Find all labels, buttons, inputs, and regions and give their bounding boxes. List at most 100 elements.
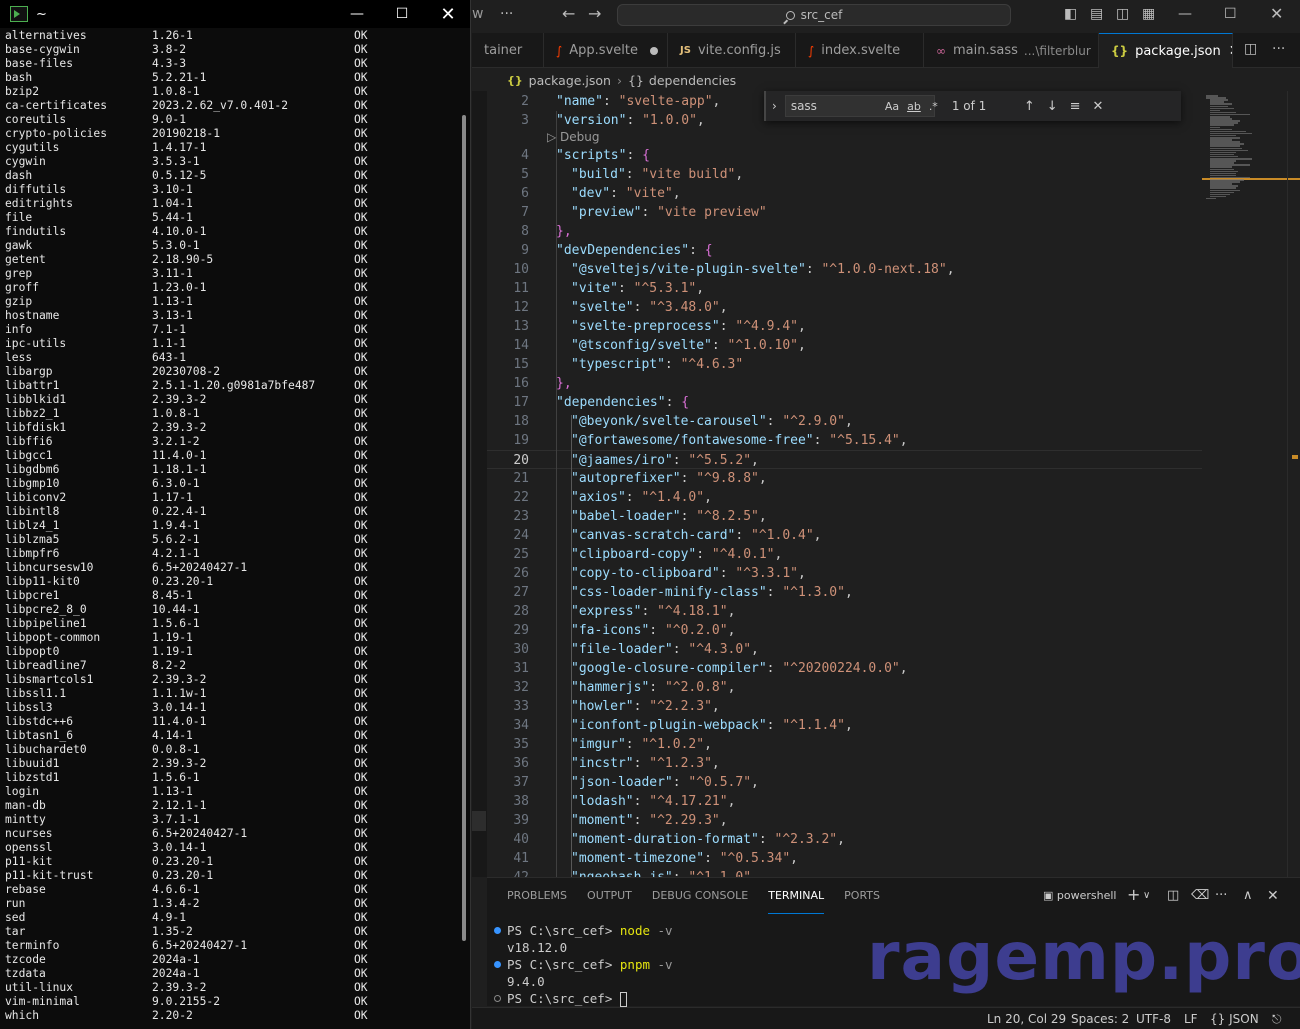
new-terminal-icon[interactable]: + bbox=[1127, 885, 1140, 904]
line-ending[interactable]: LF bbox=[1184, 1012, 1198, 1026]
code-line[interactable]: 19 "@fortawesome/fontawesome-free": "^5.1… bbox=[487, 431, 1202, 450]
code-line[interactable]: 5 "build": "vite build", bbox=[487, 165, 1202, 184]
code-line[interactable]: 20 "@jaames/iro": "^5.5.2", bbox=[487, 450, 1202, 469]
code-line[interactable]: 24 "canvas-scratch-card": "^1.0.4", bbox=[487, 526, 1202, 545]
code-line[interactable]: 8}, bbox=[487, 222, 1202, 241]
find-in-selection-icon[interactable]: ≡ bbox=[1070, 99, 1081, 114]
cursor-position[interactable]: Ln 20, Col 29 bbox=[987, 1012, 1066, 1026]
cygwin-terminal-window[interactable]: ~ — ☐ ✕ alternatives 1.26-1 OK base-cygwin 3… bbox=[0, 0, 471, 1029]
code-line[interactable]: 4 "scripts": { bbox=[487, 146, 1202, 165]
code-editor[interactable]: 2 "name": "svelte-app", 3 "version": "1.0.0… bbox=[472, 91, 1202, 877]
customize-layout-icon[interactable]: ▦ bbox=[1142, 6, 1155, 22]
close-tab-icon[interactable]: ✕ bbox=[1229, 43, 1232, 59]
more-actions-icon[interactable]: ··· bbox=[1272, 41, 1285, 57]
tab-index-svelte[interactable]: ∫ index.svelte bbox=[796, 33, 924, 68]
minimize-icon[interactable]: — bbox=[334, 0, 380, 28]
command-center-search[interactable]: src_cef bbox=[617, 4, 1011, 26]
command-decoration-icon[interactable] bbox=[494, 927, 501, 934]
code-line[interactable]: 21 "autoprefixer": "^9.8.8", bbox=[487, 469, 1202, 488]
previous-match-icon[interactable]: ↑ bbox=[1024, 99, 1035, 114]
code-line[interactable]: 30 "file-loader": "^4.3.0", bbox=[487, 640, 1202, 659]
code-line[interactable]: 10 "@sveltejs/vite-plugin-svelte": "^1.0.… bbox=[487, 260, 1202, 279]
terminal-scrollbar[interactable] bbox=[462, 115, 466, 941]
code-line[interactable]: 29 "fa-icons": "^0.2.0", bbox=[487, 621, 1202, 640]
code-line[interactable]: 23 "babel-loader": "^8.2.5", bbox=[487, 507, 1202, 526]
back-arrow-icon[interactable]: ← bbox=[562, 4, 575, 23]
code-line[interactable]: 41 "moment-timezone": "^0.5.34", bbox=[487, 849, 1202, 868]
split-terminal-icon[interactable]: ◫ bbox=[1167, 888, 1179, 903]
command-decoration-icon[interactable] bbox=[494, 961, 501, 968]
code-line[interactable]: 33 "howler": "^2.2.3", bbox=[487, 697, 1202, 716]
toggle-secondary-sidebar-icon[interactable]: ◫ bbox=[1116, 6, 1129, 22]
code-line[interactable]: 22 "axios": "^1.4.0", bbox=[487, 488, 1202, 507]
maximize-panel-icon[interactable]: ∧ bbox=[1243, 888, 1253, 903]
code-line[interactable]: 25 "clipboard-copy": "^4.0.1", bbox=[487, 545, 1202, 564]
forward-arrow-icon[interactable]: → bbox=[588, 4, 601, 23]
code-line[interactable]: 7 "preview": "vite preview" bbox=[487, 203, 1202, 222]
next-match-icon[interactable]: ↓ bbox=[1047, 99, 1058, 114]
encoding[interactable]: UTF-8 bbox=[1136, 1012, 1171, 1026]
terminal-titlebar[interactable]: ~ — ☐ ✕ bbox=[0, 0, 470, 28]
maximize-icon[interactable]: ☐ bbox=[379, 0, 425, 28]
code-line[interactable]: 9 "devDependencies": { bbox=[487, 241, 1202, 260]
menu-partial[interactable]: w bbox=[472, 6, 483, 22]
code-line[interactable]: 28 "express": "^4.18.1", bbox=[487, 602, 1202, 621]
tab-container[interactable]: tainer bbox=[472, 33, 544, 68]
editor-scrollbar[interactable] bbox=[1287, 91, 1300, 983]
tab-main-sass[interactable]: ∞ main.sass ...\filterblur bbox=[924, 33, 1099, 68]
code-line[interactable]: 36 "incstr": "^1.2.3", bbox=[487, 754, 1202, 773]
code-line[interactable]: 11 "vite": "^5.3.1", bbox=[487, 279, 1202, 298]
use-regex-button[interactable]: .* bbox=[929, 100, 938, 113]
tab-output[interactable]: OUTPUT bbox=[587, 878, 632, 914]
code-line[interactable]: 14 "@tsconfig/svelte": "^1.0.10", bbox=[487, 336, 1202, 355]
code-line[interactable]: 18 "@beyonk/svelte-carousel": "^2.9.0", bbox=[487, 412, 1202, 431]
terminal-shell-selector[interactable]: ▣ powershell bbox=[1043, 889, 1116, 902]
code-line[interactable]: 13 "svelte-preprocess": "^4.9.4", bbox=[487, 317, 1202, 336]
close-panel-icon[interactable]: ✕ bbox=[1267, 888, 1279, 904]
code-line[interactable]: 34 "iconfont-plugin-webpack": "^1.1.4", bbox=[487, 716, 1202, 735]
match-whole-word-button[interactable]: ab bbox=[907, 100, 921, 113]
code-line[interactable]: 31 "google-closure-compiler": "^20200224.… bbox=[487, 659, 1202, 678]
code-line[interactable]: 32 "hammerjs": "^2.0.8", bbox=[487, 678, 1202, 697]
code-line[interactable]: 17 "dependencies": { bbox=[487, 393, 1202, 412]
code-line[interactable]: 26 "copy-to-clipboard": "^3.3.1", bbox=[487, 564, 1202, 583]
vscode-window[interactable]: w ··· ← → src_cef ◧ ▤ ◫ ▦ — ☐ ✕ tainer ∫… bbox=[472, 0, 1300, 1029]
close-find-icon[interactable]: ✕ bbox=[1093, 99, 1104, 114]
code-line[interactable]: 37 "json-loader": "^0.5.7", bbox=[487, 773, 1202, 792]
split-editor-icon[interactable]: ◫ bbox=[1244, 41, 1257, 57]
trash-icon[interactable]: ⌫ bbox=[1191, 888, 1209, 903]
code-line[interactable]: 40 "moment-duration-format": "^2.3.2", bbox=[487, 830, 1202, 849]
code-line[interactable]: 6 "dev": "vite", bbox=[487, 184, 1202, 203]
close-icon[interactable]: ✕ bbox=[1270, 4, 1283, 23]
breadcrumb-node[interactable]: dependencies bbox=[649, 73, 736, 88]
code-line[interactable]: 38 "lodash": "^4.17.21", bbox=[487, 792, 1202, 811]
toggle-sidebar-icon[interactable]: ◧ bbox=[1064, 6, 1077, 22]
command-decoration-icon[interactable] bbox=[494, 995, 501, 1002]
toggle-replace-icon[interactable]: › bbox=[772, 99, 777, 113]
code-line[interactable]: 27 "css-loader-minify-class": "^1.3.0", bbox=[487, 583, 1202, 602]
code-line[interactable]: 16}, bbox=[487, 374, 1202, 393]
breadcrumb-file[interactable]: package.json bbox=[529, 73, 611, 88]
tab-problems[interactable]: PROBLEMS bbox=[507, 878, 567, 914]
chevron-down-icon[interactable]: ∨ bbox=[1143, 890, 1150, 901]
tab-package-json[interactable]: {} package.json ✕ bbox=[1099, 33, 1233, 68]
minimize-icon[interactable]: — bbox=[1178, 6, 1192, 22]
more-actions-icon[interactable]: ··· bbox=[1215, 888, 1227, 903]
indentation[interactable]: Spaces: 2 bbox=[1071, 1012, 1129, 1026]
more-menu-icon[interactable]: ··· bbox=[500, 6, 513, 22]
tab-debug-console[interactable]: DEBUG CONSOLE bbox=[652, 878, 748, 914]
toggle-panel-icon[interactable]: ▤ bbox=[1090, 6, 1103, 22]
code-line[interactable]: 15 "typescript": "^4.6.3" bbox=[487, 355, 1202, 374]
code-line[interactable]: 35 "imgur": "^1.0.2", bbox=[487, 735, 1202, 754]
tab-app-svelte[interactable]: ∫ App.svelte bbox=[544, 33, 668, 68]
language-mode[interactable]: {} JSON bbox=[1210, 1012, 1259, 1026]
code-line[interactable]: 12 "svelte": "^3.48.0", bbox=[487, 298, 1202, 317]
tab-terminal[interactable]: TERMINAL bbox=[768, 878, 825, 914]
close-icon[interactable]: ✕ bbox=[425, 0, 471, 28]
notifications-bell-icon[interactable]: ⎋ bbox=[1272, 1012, 1282, 1027]
maximize-icon[interactable]: ☐ bbox=[1224, 6, 1237, 22]
code-line[interactable]: 39 "moment": "^2.29.3", bbox=[487, 811, 1202, 830]
match-case-button[interactable]: Aa bbox=[885, 100, 899, 113]
tab-vite-config[interactable]: JS vite.config.js bbox=[668, 33, 796, 68]
minimap[interactable] bbox=[1202, 91, 1300, 877]
